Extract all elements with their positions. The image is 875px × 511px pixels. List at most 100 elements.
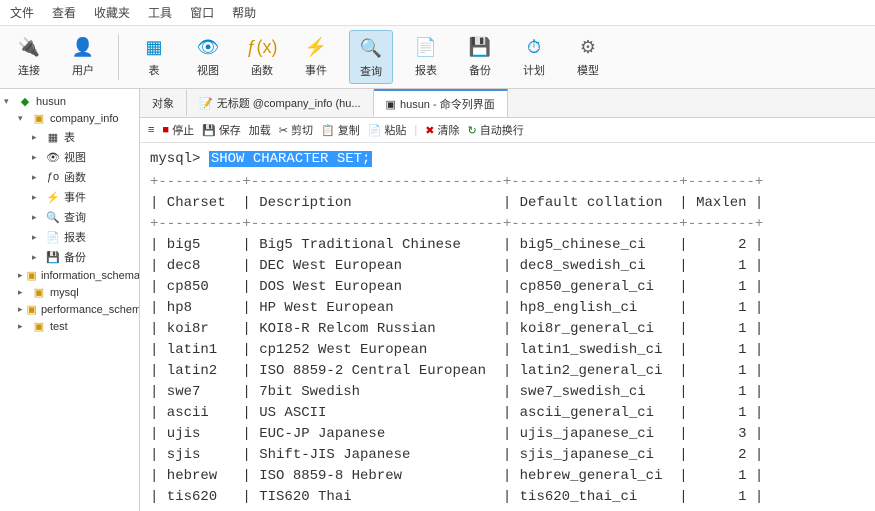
database-label: test [50,321,68,333]
item-icon: ƒo [46,171,60,183]
tool-icon: 🔌 [16,34,42,60]
paste-button[interactable]: 📄 粘贴 [368,122,407,138]
item-icon: ⚡ [46,191,60,204]
menu-item[interactable]: 工具 [148,4,172,21]
clear-button[interactable]: ✖ 清除 [425,122,459,138]
item-label: 表 [64,129,75,145]
item-label: 备份 [64,249,86,265]
database-icon: ▣ [32,112,46,125]
content-area: 对象 📝 无标题 @company_info (hu... ▣ husun - 命令列界… [140,89,875,511]
database-label: performance_schema [41,304,140,316]
menu-item[interactable]: 收藏夹 [94,4,130,21]
tool-label: 备份 [469,62,491,78]
tool-label: 查询 [360,63,382,79]
tree-root[interactable]: ▾ ◆ husun [4,93,135,110]
toolbar-button[interactable]: ⏱ 计划 [513,30,555,84]
toolbar-button[interactable]: 🔌连接 [8,30,50,84]
tool-icon: ⏱ [521,34,547,60]
menu-item[interactable]: 帮助 [232,4,256,21]
toolbar-button[interactable]: ƒ(x) 函数 [241,30,283,84]
tree-db[interactable]: ▸▣information_schema [18,267,135,284]
tab[interactable]: 📝 无标题 @company_info (hu... [187,90,374,116]
tree-item[interactable]: ▸⚡事件 [32,187,135,207]
load-button[interactable]: 加载 [249,122,271,138]
stop-button[interactable]: ■ 停止 [162,122,194,138]
toolbar-button[interactable]: 👁 视图 [187,30,229,84]
tree-db[interactable]: ▸▣performance_schema [18,301,135,318]
connection-label: husun [36,96,66,108]
item-icon: 💾 [46,251,60,264]
tool-icon: 🔍 [358,35,384,61]
tab-icon: ▣ [386,98,396,111]
item-icon: 📄 [46,231,60,244]
tree-item[interactable]: ▸👁视图 [32,147,135,167]
tool-label: 模型 [577,62,599,78]
tree-item[interactable]: ▸💾备份 [32,247,135,267]
item-label: 函数 [64,169,86,185]
tool-icon: ⚡ [303,34,329,60]
cut-button[interactable]: ✂ 剪切 [279,122,313,138]
tool-label: 报表 [415,62,437,78]
tool-icon: 👤 [70,34,96,60]
main-toolbar: 🔌连接 👤 用户 ▦表 👁 视图 ƒ(x) 函数 ⚡ 事件 🔍 查询 📄 报表 💾 备份 ⏱ 计划 ⚙ 模型 [0,26,875,89]
toolbar-button[interactable]: 💾 备份 [459,30,501,84]
item-label: 事件 [64,189,86,205]
terminal-output[interactable]: mysql> SHOW CHARACTER SET;+----------+--… [140,143,875,511]
tool-icon: ƒ(x) [249,34,275,60]
tree-db[interactable]: ▸▣test [18,318,135,335]
connection-icon: ◆ [18,95,32,108]
tool-label: 函数 [251,62,273,78]
tool-label: 计划 [523,62,545,78]
tool-label: 事件 [305,62,327,78]
menu-item[interactable]: 查看 [52,4,76,21]
tool-icon: 📄 [413,34,439,60]
tab[interactable]: 对象 [140,90,187,116]
tree-db[interactable]: ▾ ▣ company_info [18,110,135,127]
caret-icon: ▾ [18,113,28,124]
sidebar: ▾ ◆ husun ▾ ▣ company_info ▸▦表▸👁视图▸ƒo函数▸… [0,89,140,511]
tool-label: 表 [149,62,160,78]
toolbar-button[interactable]: ⚡ 事件 [295,30,337,84]
save-button[interactable]: 💾 保存 [202,122,241,138]
tab-label: 无标题 @company_info (hu... [217,95,361,111]
caret-icon: ▾ [4,96,14,107]
item-label: 查询 [64,209,86,225]
autorun-toggle[interactable]: ↻ 自动换行 [467,122,523,138]
tree-item[interactable]: ▸📄报表 [32,227,135,247]
menu-item[interactable]: 窗口 [190,4,214,21]
tab-label: husun - 命令列界面 [400,96,495,112]
toolbar-button[interactable]: 🔍 查询 [349,30,393,84]
tab-bar: 对象 📝 无标题 @company_info (hu... ▣ husun - 命令列界… [140,89,875,118]
toolbar-button[interactable]: ▦表 [133,30,175,84]
database-label: company_info [50,113,119,125]
tab-label: 对象 [152,95,174,111]
toolbar-button[interactable]: 👤 用户 [62,30,104,84]
tool-label: 视图 [197,62,219,78]
database-icon: ▣ [32,320,46,333]
item-icon: ▦ [46,131,60,144]
database-icon: ▣ [32,286,46,299]
tool-icon: 💾 [467,34,493,60]
hamburger-icon[interactable]: ≡ [148,124,154,136]
database-icon: ▣ [27,303,37,316]
menu-item[interactable]: 文件 [10,4,34,21]
toolbar-button[interactable]: ⚙ 模型 [567,30,609,84]
tab-icon: 📝 [199,97,213,110]
menubar: 文件 查看 收藏夹 工具 窗口 帮助 [0,0,875,26]
tab[interactable]: ▣ husun - 命令列界面 [374,89,508,117]
item-label: 报表 [64,229,86,245]
copy-button[interactable]: 📋 复制 [321,122,360,138]
item-label: 视图 [64,149,86,165]
tree-db[interactable]: ▸▣mysql [18,284,135,301]
toolbar-button[interactable]: 📄 报表 [405,30,447,84]
tool-icon: 👁 [195,34,221,60]
tree-item[interactable]: ▸🔍查询 [32,207,135,227]
tool-icon: ⚙ [575,34,601,60]
database-label: information_schema [41,270,140,282]
sub-toolbar: ≡ ■ 停止 💾 保存 加载 ✂ 剪切 📋 复制 📄 粘贴 | ✖ 清除 ↻ 自… [140,118,875,143]
tree-item[interactable]: ▸▦表 [32,127,135,147]
item-icon: 👁 [46,151,60,164]
tool-label: 用户 [72,62,94,78]
tree-item[interactable]: ▸ƒo函数 [32,167,135,187]
item-icon: 🔍 [46,211,60,224]
